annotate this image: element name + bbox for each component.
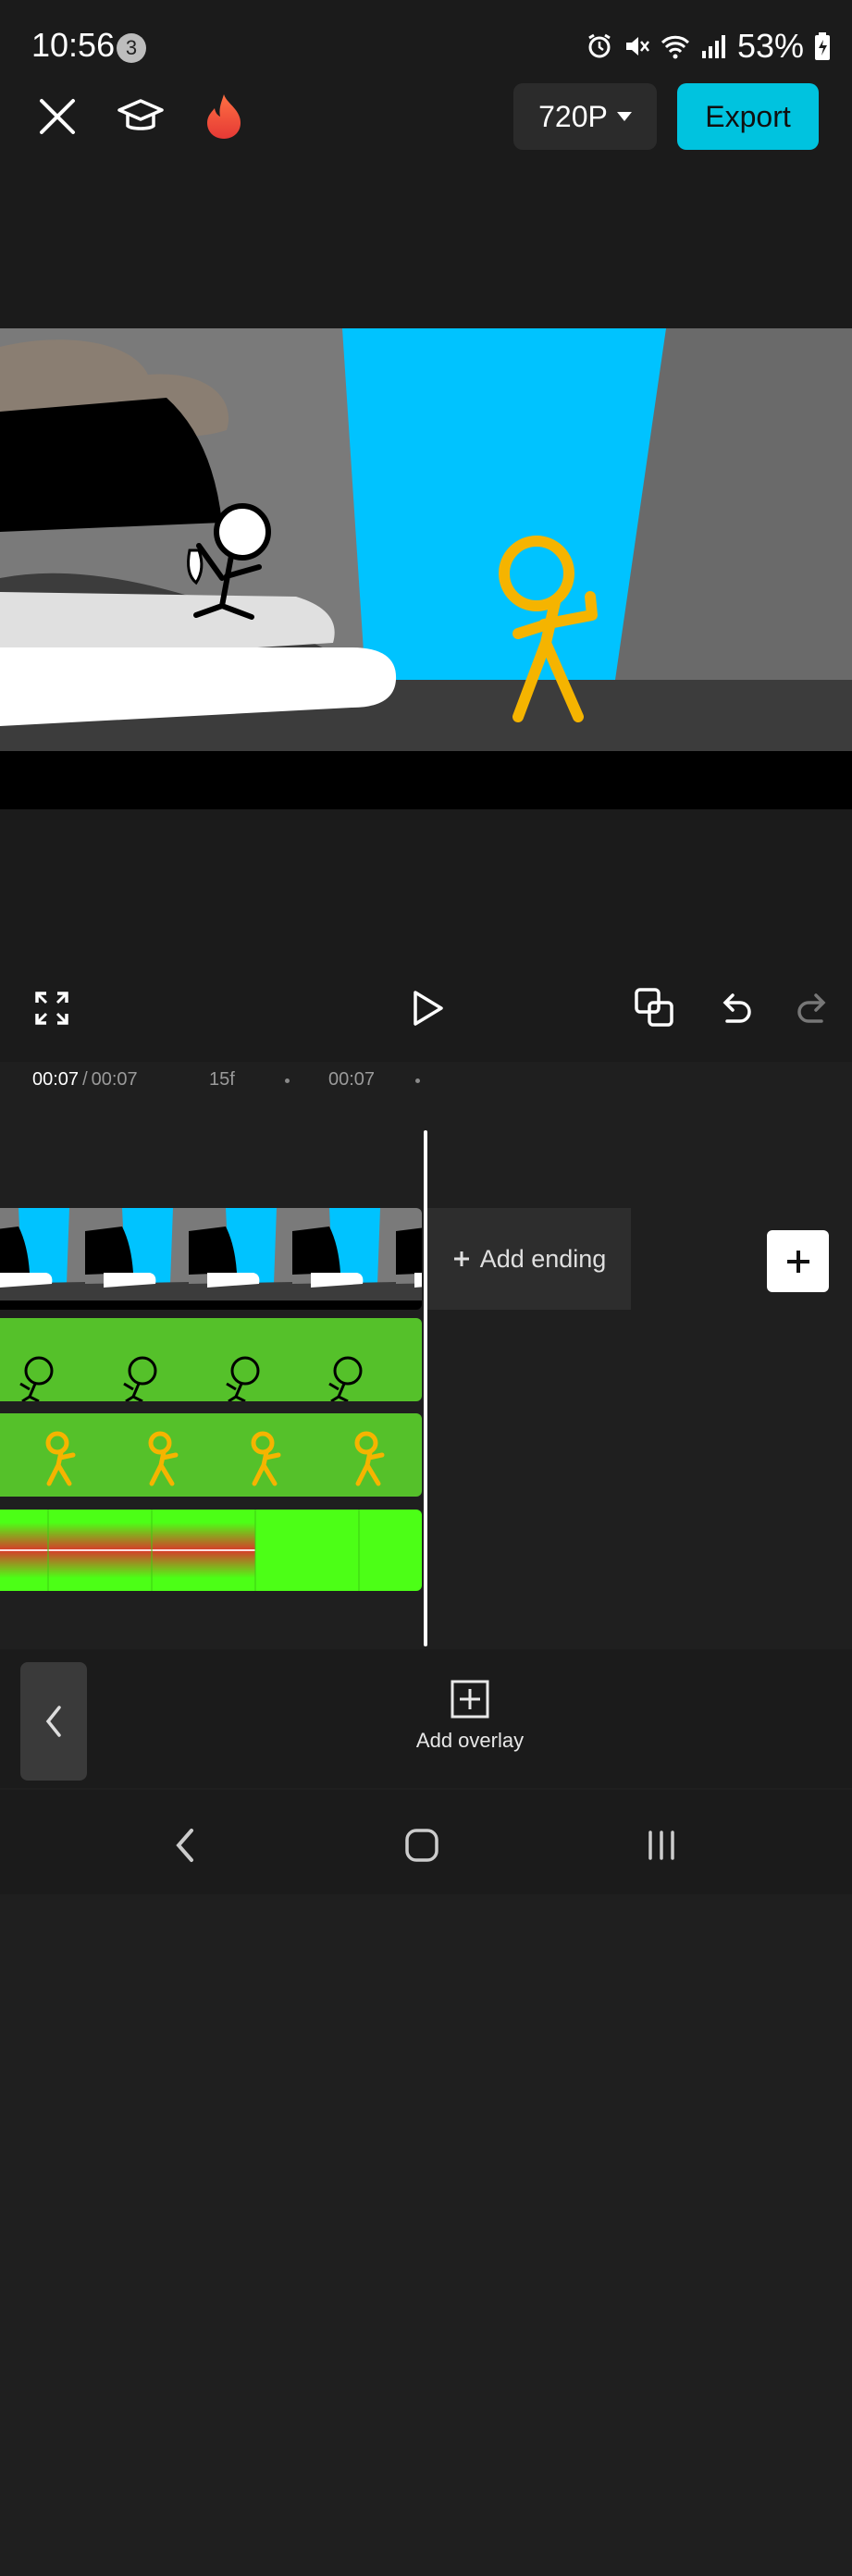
status-clock: 10:56 xyxy=(31,26,116,64)
graduation-cap-icon xyxy=(117,99,164,130)
close-button[interactable] xyxy=(30,89,85,144)
add-ending-button[interactable]: Add ending xyxy=(427,1208,631,1310)
ruler-tick xyxy=(415,1078,420,1083)
resolution-label: 720P xyxy=(538,99,608,133)
main-video-thumbnails xyxy=(0,1208,422,1300)
signal-icon xyxy=(701,35,725,58)
overlay-thumbnails xyxy=(45,1431,385,1486)
close-icon xyxy=(40,99,75,134)
play-icon xyxy=(414,991,443,1026)
preview-frame xyxy=(0,328,852,809)
add-ending-label: Add ending xyxy=(479,1244,607,1273)
wifi-icon xyxy=(661,35,689,59)
plus-icon xyxy=(453,1251,469,1266)
overlay-thumbnails xyxy=(0,1510,360,1591)
nav-home-button[interactable] xyxy=(389,1818,454,1873)
export-button[interactable]: Export xyxy=(677,83,819,150)
overlay-thumbnails xyxy=(19,1356,363,1401)
alarm-icon xyxy=(588,33,611,58)
ruler-label: 00:07 xyxy=(328,1069,376,1090)
undo-button[interactable] xyxy=(710,982,762,1034)
fullscreen-icon xyxy=(35,992,68,1025)
add-overlay-icon xyxy=(451,1680,489,1719)
status-icons: 53% xyxy=(586,26,832,67)
nav-recents-button[interactable] xyxy=(629,1818,694,1873)
chevron-left-icon xyxy=(45,1706,61,1737)
home-icon xyxy=(405,1829,438,1862)
recents-icon xyxy=(648,1830,674,1860)
overlay-track-orange-stickman[interactable] xyxy=(0,1413,422,1497)
back-toolbar-button[interactable] xyxy=(20,1662,87,1781)
overlay-track-black-stickman[interactable] xyxy=(0,1318,422,1401)
resolution-dropdown[interactable]: 720P xyxy=(513,83,657,150)
mute-icon xyxy=(625,37,649,55)
current-time: 00:07 xyxy=(32,1069,80,1090)
flame-icon xyxy=(207,94,241,139)
add-clip-button[interactable] xyxy=(767,1230,829,1292)
undo-icon xyxy=(722,993,751,1023)
trending-button[interactable] xyxy=(196,89,252,144)
add-overlay-button[interactable]: Add overlay xyxy=(389,1679,551,1753)
overlay-track-green-screen[interactable] xyxy=(0,1510,422,1591)
redo-icon xyxy=(797,993,826,1023)
battery-percent: 53% xyxy=(736,27,804,65)
battery-icon xyxy=(815,32,830,60)
play-button[interactable] xyxy=(401,982,453,1034)
timecode: 00:07 / 00:07 xyxy=(32,1069,138,1090)
add-overlay-label: Add overlay xyxy=(415,1729,525,1752)
keyframe-button[interactable] xyxy=(629,982,681,1034)
notification-count-badge: 3 xyxy=(117,33,146,63)
plus-icon xyxy=(786,1250,809,1273)
redo-button[interactable] xyxy=(786,982,838,1034)
nav-back-button[interactable] xyxy=(153,1818,217,1873)
caret-down-icon xyxy=(616,112,632,121)
keyframe-icon xyxy=(635,988,673,1027)
total-time: 00:07 xyxy=(91,1069,138,1090)
video-preview[interactable] xyxy=(0,328,852,809)
ruler-tick xyxy=(285,1078,290,1083)
fullscreen-button[interactable] xyxy=(26,982,78,1034)
main-video-track[interactable] xyxy=(0,1208,422,1310)
ruler-label: 15f xyxy=(209,1069,235,1090)
tutorial-button[interactable] xyxy=(113,89,168,144)
back-arrow-icon xyxy=(176,1829,193,1862)
